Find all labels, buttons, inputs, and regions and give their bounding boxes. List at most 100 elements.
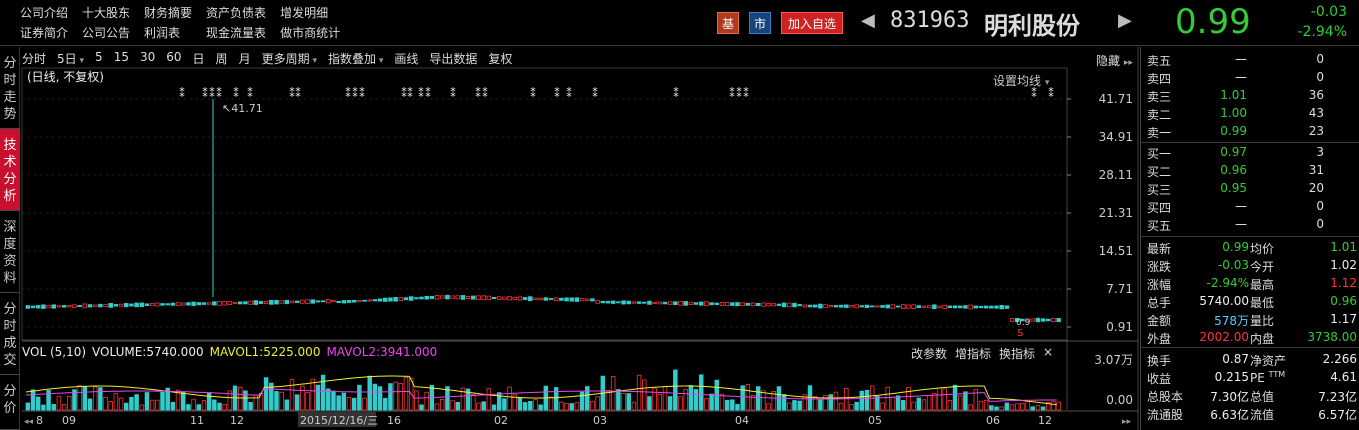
candle-182 [968,304,973,310]
buy-row-1[interactable]: 买二 0.96 31 [1147,163,1357,181]
candle-110 [595,300,600,304]
stat-label: 总手 [1147,296,1172,310]
price-axis-label-4: 14.51 [1099,244,1133,258]
date-label-4: 2015/12/16/三 [300,414,378,427]
vol-bar-82 [450,400,455,411]
candle-51 [289,300,295,304]
candle-114 [616,301,621,304]
price-change: -0.03 [1310,4,1347,20]
info-marker-8: ⁑ [345,87,351,100]
kline-chart[interactable]: 41.71 34.91 28.11 21.31 14.51 7.71 0.91 3.07万 0.… [0,0,1140,430]
candle-50 [284,299,290,305]
candle-55 [310,299,315,304]
candle-93 [507,296,512,301]
candle-112 [605,300,611,304]
vol-bar-86 [471,393,476,411]
candle-21 [134,302,139,308]
stat-label: 金额 [1147,314,1172,328]
vol-bar-101 [548,396,554,411]
stat-label: 量比 [1250,314,1275,328]
stat-value: 0.87 [1222,352,1249,366]
candle-102 [553,297,559,301]
stats-divider [1141,236,1359,237]
vol-bar-30 [180,391,186,411]
buy-volume: 0 [1316,217,1324,231]
vol-bar-130 [699,374,704,411]
vol-tool-2[interactable]: 换指标 [999,345,1035,362]
candle-130 [699,301,704,306]
vol-bar-43 [248,402,253,411]
stat-label: PE TTM [1250,370,1286,385]
buy-row-3[interactable]: 买四 — 0 [1147,199,1357,217]
vol-bar-67 [372,383,378,411]
vol-bar-52 [294,394,300,411]
stat-value: 5740.00 [1199,294,1249,308]
candle-141 [755,302,761,306]
vol-bar-6 [56,395,62,411]
candle-60 [336,301,341,303]
sell-row-1[interactable]: 卖四 — 0 [1147,70,1357,88]
orderbook-divider [1141,142,1359,143]
vol-bar-34 [201,400,207,411]
stat-label: 最新 [1147,242,1172,256]
stat-value: 2002.00 [1199,330,1249,344]
vol-bar-13 [92,386,98,411]
candle-115 [621,300,626,305]
sell-price: 1.01 [1220,88,1247,102]
info-marker-12: ⁑ [407,87,413,100]
candle-181 [963,305,968,309]
stat-value: -0.03 [1217,258,1249,272]
candle-28 [170,302,176,306]
vol-bar-5 [51,404,56,411]
vol-bar-113 [610,376,616,411]
vol-bar-63 [351,397,357,411]
candle-11 [82,303,88,309]
vol-tool-1[interactable]: 增指标 [955,345,991,362]
stat-label: 总股本 [1147,390,1184,404]
buy-row-4[interactable]: 买五 — 0 [1147,217,1357,235]
vol-axis-top: 3.07万 [1094,353,1133,367]
candle-8 [67,305,72,308]
sell-label: 卖三 [1147,90,1172,104]
candle-197 [1046,318,1051,322]
sell-row-0[interactable]: 卖五 — 0 [1147,52,1357,70]
sell-row-4[interactable]: 卖一 0.99 23 [1147,124,1357,142]
buy-row-2[interactable]: 买三 0.95 20 [1147,181,1357,199]
vol-bar-179 [952,384,958,411]
vol-bar-155 [828,394,833,411]
candle-143 [766,302,771,307]
candle-76 [419,296,424,300]
vol-bar-153 [818,399,823,411]
buy-row-0[interactable]: 买一 0.97 3 [1147,145,1357,163]
info-marker-2: ⁑ [209,87,215,100]
vol-tool-3[interactable]: × [1043,345,1053,362]
vol-tool-0[interactable]: 改参数 [911,345,947,362]
vol-bar-1 [30,389,36,411]
candle-139 [745,302,751,306]
price-axis-label-3: 21.31 [1099,206,1133,220]
vol-bar-169 [901,400,906,411]
info-marker-23: ⁑ [729,87,735,100]
date-label-5: 16 [387,414,401,427]
sell-row-2[interactable]: 卖三 1.01 36 [1147,88,1357,106]
candle-1 [30,305,36,309]
candle-107 [579,298,585,302]
stat-value: 3738.00 [1307,330,1357,344]
vol-bar-168 [895,395,901,411]
sell-row-3[interactable]: 卖二 1.00 43 [1147,106,1357,124]
candle-134 [719,302,725,306]
info-marker-1: ⁑ [202,87,208,100]
vol-bar-56 [315,384,321,411]
vol-bar-107 [579,391,585,411]
date-label-11: 12 [1038,414,1052,427]
buy-label: 买四 [1147,201,1172,215]
vol-axis-bottom: 0.00 [1106,393,1133,407]
candle-96 [522,297,528,301]
vol-bar-80 [439,399,445,411]
stat-value: 0.96 [1330,294,1357,308]
vol-bar-161 [859,390,865,411]
vol-bar-99 [538,404,543,411]
vol-bar-174 [926,395,932,411]
vol-bar-160 [854,401,859,411]
end-label: 0.9 [1016,318,1031,328]
